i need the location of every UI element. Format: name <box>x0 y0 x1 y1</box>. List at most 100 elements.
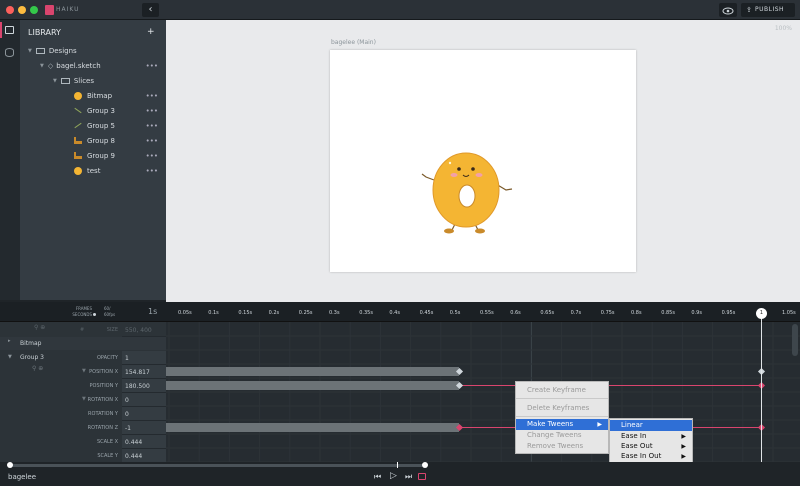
playhead-handle[interactable]: 1 <box>756 308 767 319</box>
database-icon[interactable] <box>5 48 14 57</box>
properties-panel: # SIZE 550, 400 ⚲ ⊕ ▸ Bitmap ▼ Group 3 ⚲… <box>0 322 800 463</box>
property-value-input[interactable]: 0.444 <box>122 449 166 463</box>
time-tick-label: 0.5s <box>449 310 461 316</box>
property-value-input[interactable]: 1 <box>122 351 166 365</box>
time-tick-label: 0.85s <box>661 310 675 316</box>
left-icon-strip <box>0 20 20 300</box>
ease-out-label: Ease Out <box>621 442 653 450</box>
left-arm <box>421 173 435 181</box>
tree-item-designs[interactable]: ▼ Designs <box>20 43 166 58</box>
component-name: bagelee <box>8 473 37 481</box>
property-label: SCALE X <box>96 439 118 445</box>
item-menu-button[interactable]: ••• <box>146 107 158 115</box>
tree-item-group-3[interactable]: Group 3 ••• <box>20 103 166 118</box>
tree-item-group-8[interactable]: Group 8 ••• <box>20 133 166 148</box>
bitmap-icon <box>74 166 82 175</box>
timeline-scrollbar[interactable] <box>792 324 798 356</box>
property-value-input[interactable]: 0 <box>122 393 166 407</box>
submenu-arrow-icon: ▶ <box>681 453 686 460</box>
property-value-input[interactable]: -1 <box>122 421 166 435</box>
property-label: OPACITY <box>96 355 118 361</box>
bagel-character[interactable] <box>330 50 636 272</box>
time-tick-label: 0.8s <box>631 310 642 316</box>
position-y-bar[interactable] <box>166 381 459 390</box>
item-menu-button[interactable]: ••• <box>146 152 158 160</box>
item-menu-button[interactable]: ••• <box>146 137 158 145</box>
range-start-handle[interactable] <box>7 462 13 468</box>
skip-forward-button[interactable]: ⏭ <box>405 472 412 482</box>
library-title: LIBRARY <box>28 28 61 37</box>
maximize-window-button[interactable] <box>30 6 38 14</box>
size-label: SIZE <box>106 327 118 333</box>
highlight <box>448 161 452 165</box>
submenu-item-ease-in-out[interactable]: Ease In Out ▶ <box>610 451 692 462</box>
property-label: POSITION Y <box>89 383 118 389</box>
publish-button[interactable]: ⇪ PUBLISH <box>741 3 795 17</box>
time-tick-label: 0.6s <box>510 310 521 316</box>
submenu-item-linear[interactable]: Linear <box>610 420 692 431</box>
play-button[interactable]: ▷ <box>390 471 397 481</box>
fps-display[interactable]: 60/ 60fps <box>104 306 115 318</box>
tree-item-bagel-sketch[interactable]: ▼ ◇ bagel.sketch ••• <box>20 58 166 73</box>
loop-button[interactable] <box>418 473 426 480</box>
eye-icon <box>722 7 734 15</box>
property-value-input[interactable]: 180.500 <box>122 379 166 393</box>
upload-icon: ⇪ <box>746 6 753 14</box>
haiku-logo-icon <box>45 5 54 15</box>
property-label: ROTATION Z <box>87 425 118 431</box>
item-menu-button[interactable]: ••• <box>146 62 158 70</box>
time-tick-label: 0.45s <box>419 310 434 316</box>
property-value-input[interactable]: 0.444 <box>122 435 166 449</box>
time-ruler[interactable]: 0.05s 0.1s 0.15s 0.2s 0.25s 0.3s 0.35s 0.4s 0.45… <box>166 302 800 322</box>
time-tick-label: 0.05s <box>178 310 192 316</box>
property-value-input[interactable]: 154.817 <box>122 365 166 379</box>
menu-item-make-tweens[interactable]: Make Tweens ▶ <box>516 419 608 430</box>
item-menu-button[interactable]: ••• <box>146 122 158 130</box>
library-icon[interactable] <box>5 26 14 34</box>
minimize-window-button[interactable] <box>18 6 26 14</box>
menu-item-delete-keyframes[interactable]: Delete Keyframes <box>516 403 608 414</box>
add-asset-button[interactable]: + <box>147 27 155 37</box>
skip-back-button[interactable]: ⏮ <box>374 472 381 482</box>
title-bar: HAIKU ‹ ⇪ PUBLISH <box>0 0 800 20</box>
submenu-arrow-icon: ▶ <box>597 421 602 428</box>
tree-item-slices[interactable]: ▼ Slices <box>20 73 166 88</box>
fps-unit: 60fps <box>104 312 116 317</box>
range-end-handle[interactable] <box>422 462 428 468</box>
time-unit-toggle[interactable] <box>93 313 96 316</box>
position-y-tween[interactable] <box>459 385 761 386</box>
tree-item-test[interactable]: test ••• <box>20 163 166 178</box>
timeline-tracks[interactable] <box>166 322 800 462</box>
time-tick-label: 0.2s <box>268 310 280 316</box>
back-button[interactable]: ‹ <box>142 3 159 17</box>
item-menu-button[interactable]: ••• <box>146 167 158 175</box>
preview-button[interactable] <box>719 3 737 17</box>
position-x-bar[interactable] <box>166 367 459 376</box>
close-window-button[interactable] <box>6 6 14 14</box>
menu-item-change-tweens[interactable]: Change Tweens <box>516 430 608 441</box>
tree-item-label: Group 9 <box>87 151 115 160</box>
chevron-down-icon: ▼ <box>82 368 86 374</box>
chevron-down-icon: ▼ <box>40 62 44 69</box>
property-value-input[interactable]: 0 <box>122 407 166 421</box>
tree-item-label: Group 3 <box>87 106 115 115</box>
property-row: OPACITY 1 <box>0 351 166 365</box>
folder-icon <box>35 47 45 54</box>
item-menu-button[interactable]: ••• <box>146 92 158 100</box>
chevron-down-icon: ▼ <box>82 396 86 402</box>
range-slider-track[interactable] <box>8 464 426 467</box>
time-tick-label: 0.55s <box>480 310 494 316</box>
artboard[interactable] <box>330 50 636 272</box>
sketch-icon: ◇ <box>47 61 54 70</box>
seconds-label: SECONDS <box>72 312 92 317</box>
tree-item-group-9[interactable]: Group 9 ••• <box>20 148 166 163</box>
menu-item-remove-tweens[interactable]: Remove Tweens <box>516 441 608 452</box>
tree-item-bitmap[interactable]: Bitmap ••• <box>20 88 166 103</box>
rotation-z-bar[interactable] <box>166 423 459 432</box>
chevron-left-icon: ‹ <box>148 4 153 15</box>
tree-item-group-5[interactable]: Group 5 ••• <box>20 118 166 133</box>
menu-item-create-keyframe[interactable]: Create Keyframe <box>516 385 608 396</box>
ease-in-out-label: Ease In Out <box>621 452 662 460</box>
line-icon <box>74 122 82 129</box>
library-panel: LIBRARY + ▼ Designs ▼ ◇ bagel.sketch •••… <box>20 20 166 300</box>
